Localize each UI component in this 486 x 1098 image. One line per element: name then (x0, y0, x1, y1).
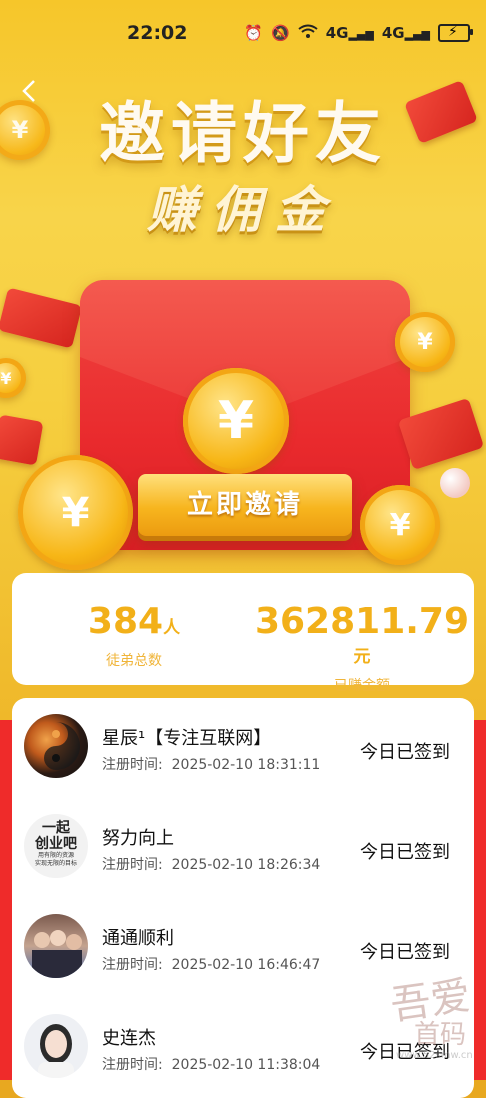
register-time: 注册时间: 2025-02-10 18:31:11 (102, 757, 321, 773)
wifi-icon (298, 24, 318, 42)
watermark: 吾爱 首码 www.52smw.cn (387, 972, 474, 1061)
member-name: 星辰¹【专注互联网】 (102, 728, 272, 749)
followers-count: 384 (87, 601, 164, 642)
coin-decoration: ¥ (0, 358, 26, 398)
yuan-coin-icon: ¥ (183, 368, 289, 474)
earned-stat: 362811.79 元 已赚金额 (252, 601, 472, 695)
list-item[interactable]: 星辰¹【专注互联网】 注册时间: 2025-02-10 18:31:11 今日已… (12, 698, 474, 798)
followers-label: 徒弟总数 (106, 653, 162, 669)
clock: 22:02 (127, 22, 188, 44)
red-envelope-decoration (397, 397, 485, 471)
signal-icon: 4G▂▄▆ (381, 24, 430, 42)
earned-unit: 元 (353, 647, 371, 667)
invite-button[interactable]: 立即邀请 (138, 474, 352, 536)
alarm-icon: ⏰ (244, 24, 264, 42)
avatar: 一起 创业吧 用有限的资源 实现无限的目标 (24, 814, 88, 878)
earned-label: 已赚金额 (334, 678, 390, 694)
status-bar: 22:02 ⏰ 🔕 4G▂▄▆ 4G▂▄▆ ⚡ (0, 0, 486, 72)
sign-in-status: 今日已签到 (360, 842, 450, 863)
battery-icon: ⚡ (438, 24, 473, 42)
signal-icon: 4G▂▄▆ (325, 24, 374, 42)
coin-decoration: ¥ (360, 485, 440, 565)
list-item[interactable]: 一起 创业吧 用有限的资源 实现无限的目标 努力向上 注册时间: 2025-02… (12, 798, 474, 898)
red-envelope-decoration (0, 287, 83, 349)
ball-decoration (440, 468, 470, 498)
sign-in-status: 今日已签到 (360, 942, 450, 963)
earned-amount: 362811.79 (254, 601, 470, 642)
page-subtitle: 赚佣金 (147, 181, 339, 239)
mute-icon: 🔕 (271, 24, 290, 42)
back-icon[interactable] (22, 76, 36, 111)
sign-in-status: 今日已签到 (360, 742, 450, 763)
red-envelope-decoration (0, 414, 44, 466)
followers-unit: 人 (163, 618, 181, 638)
stats-card: 384人 徒弟总数 362811.79 元 已赚金额 (12, 573, 474, 694)
followers-stat: 384人 徒弟总数 (74, 601, 194, 670)
register-time: 注册时间: 2025-02-10 18:26:34 (102, 857, 321, 873)
coin-decoration: ¥ (18, 455, 133, 570)
register-time: 注册时间: 2025-02-10 11:38:04 (102, 1057, 321, 1073)
member-name: 通通顺利 (102, 928, 174, 949)
avatar (24, 714, 88, 778)
avatar (24, 1014, 88, 1078)
member-name: 努力向上 (102, 828, 174, 849)
page-title: 邀请好友 (99, 95, 387, 172)
avatar (24, 914, 88, 978)
coin-decoration: ¥ (395, 312, 455, 372)
register-time: 注册时间: 2025-02-10 16:46:47 (102, 957, 321, 973)
member-name: 史连杰 (102, 1028, 156, 1049)
